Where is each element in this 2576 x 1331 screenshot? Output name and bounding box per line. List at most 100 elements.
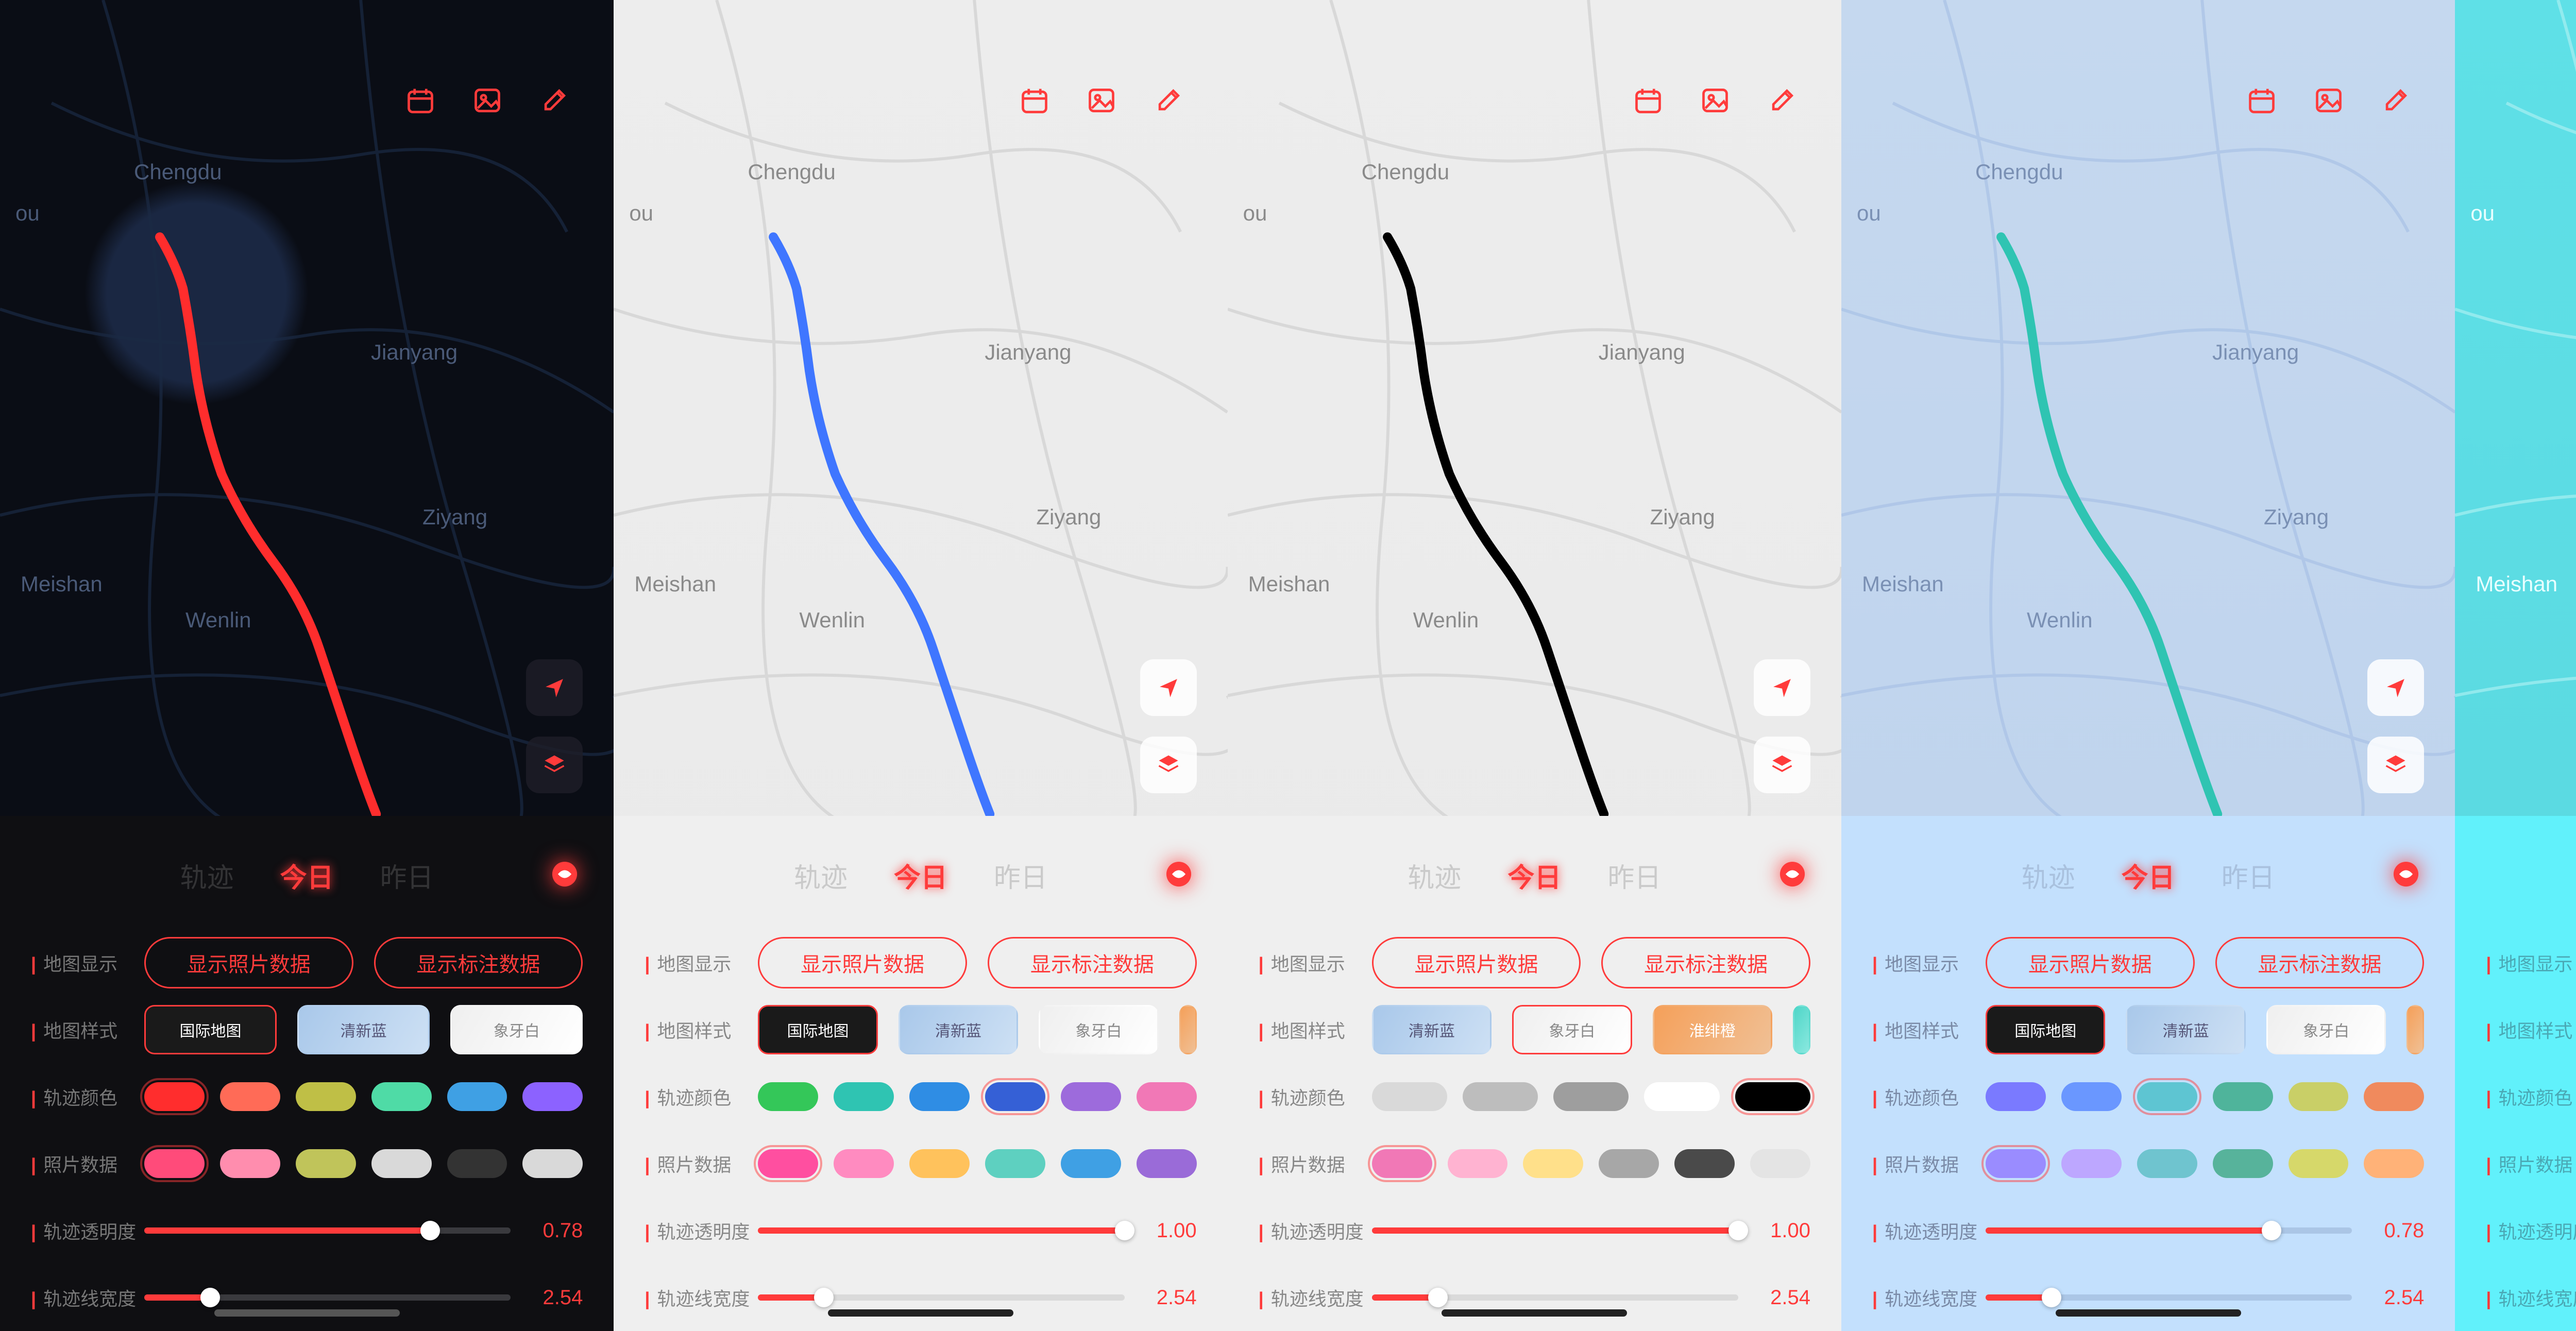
color-swatch[interactable]: [220, 1082, 280, 1111]
map-style-blue[interactable]: 清新蓝: [899, 1005, 1018, 1054]
map-style-white[interactable]: 象牙白: [1039, 1005, 1158, 1054]
opacity-slider[interactable]: [1986, 1227, 2352, 1234]
color-swatch[interactable]: [909, 1082, 970, 1111]
width-slider[interactable]: [1372, 1294, 1738, 1301]
map-style-white[interactable]: 象牙白: [450, 1005, 583, 1054]
color-swatch[interactable]: [758, 1149, 818, 1178]
color-swatch[interactable]: [834, 1082, 894, 1111]
color-swatch[interactable]: [909, 1149, 970, 1178]
color-swatch[interactable]: [1463, 1082, 1538, 1111]
locate-button[interactable]: [1754, 659, 1810, 716]
menu-icon[interactable]: [645, 856, 681, 895]
style-swirl-icon[interactable]: [547, 856, 583, 895]
color-swatch[interactable]: [2289, 1082, 2349, 1111]
color-swatch[interactable]: [758, 1082, 818, 1111]
map-style-intl[interactable]: 国际地图: [758, 1005, 877, 1054]
style-swirl-icon[interactable]: [2388, 856, 2424, 895]
map-style-intl[interactable]: 国际地图: [1986, 1005, 2105, 1054]
color-swatch[interactable]: [2364, 1149, 2424, 1178]
image-icon[interactable]: [469, 82, 505, 118]
color-swatch[interactable]: [296, 1149, 356, 1178]
calendar-icon[interactable]: [1016, 82, 1053, 118]
map-style-peek[interactable]: [1179, 1005, 1197, 1054]
opacity-slider[interactable]: [758, 1227, 1124, 1234]
menu-icon[interactable]: [31, 856, 67, 895]
color-swatch[interactable]: [1137, 1082, 1197, 1111]
tab-yesterday[interactable]: 昨日: [380, 856, 434, 895]
color-swatch[interactable]: [2061, 1082, 2122, 1111]
color-swatch[interactable]: [1372, 1082, 1447, 1111]
menu-icon[interactable]: [1259, 856, 1295, 895]
color-swatch[interactable]: [1674, 1149, 1735, 1178]
tab-today[interactable]: 今日: [894, 856, 947, 895]
color-swatch[interactable]: [2137, 1149, 2197, 1178]
calendar-icon[interactable]: [1630, 82, 1666, 118]
color-swatch[interactable]: [985, 1149, 1045, 1178]
style-swirl-icon[interactable]: [1774, 856, 1810, 895]
show-photo-data-button[interactable]: 显示照片数据: [144, 937, 353, 988]
width-slider[interactable]: [758, 1294, 1124, 1301]
show-marker-data-button[interactable]: 显示标注数据: [2215, 937, 2425, 988]
color-swatch[interactable]: [371, 1082, 432, 1111]
edit-icon[interactable]: [2378, 82, 2414, 118]
show-marker-data-button[interactable]: 显示标注数据: [374, 937, 583, 988]
color-swatch[interactable]: [985, 1082, 1045, 1111]
color-swatch[interactable]: [1523, 1149, 1583, 1178]
color-swatch[interactable]: [2289, 1149, 2349, 1178]
color-swatch[interactable]: [1448, 1149, 1508, 1178]
tab-track[interactable]: 轨迹: [1408, 856, 1461, 895]
edit-icon[interactable]: [1150, 82, 1187, 118]
color-swatch[interactable]: [1553, 1082, 1629, 1111]
tab-yesterday[interactable]: 昨日: [2222, 856, 2275, 895]
image-icon[interactable]: [1083, 82, 1120, 118]
color-swatch[interactable]: [2137, 1082, 2197, 1111]
color-swatch[interactable]: [522, 1149, 583, 1178]
calendar-icon[interactable]: [2244, 82, 2280, 118]
color-swatch[interactable]: [1137, 1149, 1197, 1178]
locate-button[interactable]: [2367, 659, 2424, 716]
color-swatch[interactable]: [1986, 1149, 2046, 1178]
edit-icon[interactable]: [536, 82, 572, 118]
tab-yesterday[interactable]: 昨日: [1607, 856, 1661, 895]
show-marker-data-button[interactable]: 显示标注数据: [988, 937, 1197, 988]
color-swatch[interactable]: [1644, 1082, 1719, 1111]
tab-track[interactable]: 轨迹: [180, 856, 234, 895]
layers-button[interactable]: [1140, 737, 1197, 793]
style-swirl-icon[interactable]: [1161, 856, 1197, 895]
opacity-slider[interactable]: [144, 1227, 511, 1234]
width-slider[interactable]: [1986, 1294, 2352, 1301]
edit-icon[interactable]: [1764, 82, 1800, 118]
width-slider[interactable]: [144, 1294, 511, 1301]
color-swatch[interactable]: [1599, 1149, 1659, 1178]
color-swatch[interactable]: [1986, 1082, 2046, 1111]
layers-button[interactable]: [1754, 737, 1810, 793]
color-swatch[interactable]: [296, 1082, 356, 1111]
tab-today[interactable]: 今日: [1507, 856, 1561, 895]
tab-yesterday[interactable]: 昨日: [994, 856, 1047, 895]
map-style-peek[interactable]: [1793, 1005, 1810, 1054]
map-style-intl[interactable]: 国际地图: [144, 1005, 277, 1054]
tab-track[interactable]: 轨迹: [794, 856, 848, 895]
color-swatch[interactable]: [1735, 1082, 1810, 1111]
layers-button[interactable]: [526, 737, 583, 793]
color-swatch[interactable]: [1061, 1082, 1121, 1111]
color-swatch[interactable]: [1061, 1149, 1121, 1178]
image-icon[interactable]: [1697, 82, 1733, 118]
color-swatch[interactable]: [447, 1149, 507, 1178]
opacity-slider[interactable]: [1372, 1227, 1738, 1234]
show-marker-data-button[interactable]: 显示标注数据: [1601, 937, 1810, 988]
map-style-white[interactable]: 象牙白: [2266, 1005, 2386, 1054]
color-swatch[interactable]: [834, 1149, 894, 1178]
show-photo-data-button[interactable]: 显示照片数据: [1986, 937, 2195, 988]
color-swatch[interactable]: [1750, 1149, 1810, 1178]
menu-icon[interactable]: [2486, 856, 2522, 895]
color-swatch[interactable]: [2213, 1149, 2273, 1178]
map-style-white[interactable]: 象牙白: [1512, 1005, 1632, 1054]
color-swatch[interactable]: [447, 1082, 507, 1111]
color-swatch[interactable]: [2213, 1082, 2273, 1111]
color-swatch[interactable]: [144, 1082, 205, 1111]
locate-button[interactable]: [526, 659, 583, 716]
tab-track[interactable]: 轨迹: [2022, 856, 2075, 895]
color-swatch[interactable]: [522, 1082, 583, 1111]
tab-today[interactable]: 今日: [2122, 856, 2175, 895]
